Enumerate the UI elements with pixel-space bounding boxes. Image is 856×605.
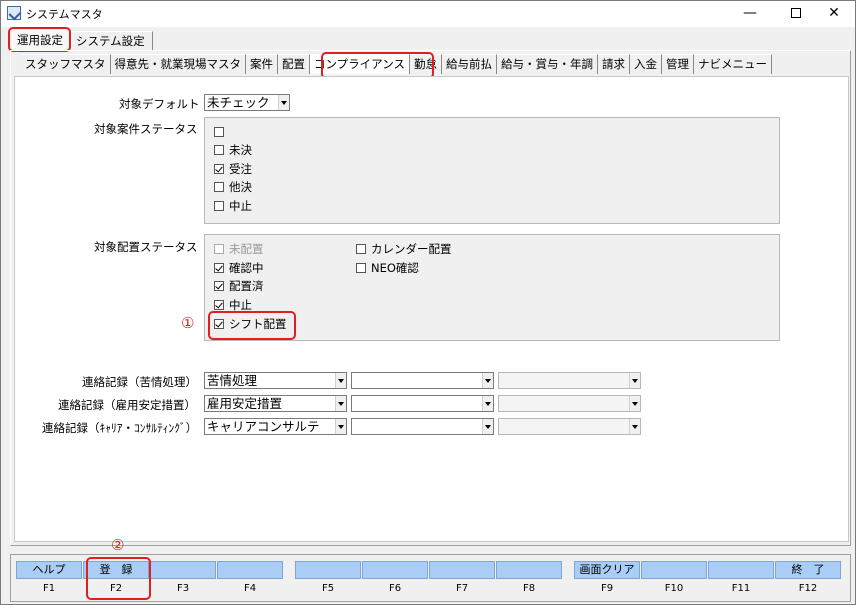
window-title: システムマスタ — [26, 8, 103, 21]
case-status-pending-checkbox[interactable]: 未決 — [214, 143, 252, 159]
fkey-label: F5 — [321, 583, 335, 594]
case-status-label: 対象案件ステータス — [94, 122, 198, 136]
assign-status-neo-checkbox[interactable]: NEO確認 — [356, 261, 419, 277]
subtab-client-master[interactable]: 得意先・就業現場マスタ — [110, 54, 246, 74]
chevron-down-icon — [482, 396, 493, 411]
checkbox-checked-icon — [214, 164, 224, 174]
f3-button[interactable] — [150, 561, 216, 579]
subtab-management[interactable]: 管理 — [661, 54, 694, 74]
checkbox-icon — [356, 244, 366, 254]
maximize-icon — [791, 8, 801, 18]
chevron-down-icon — [335, 396, 346, 411]
highlight-operation-tab — [8, 27, 71, 52]
checkbox-checked-icon — [214, 281, 224, 291]
contact-employment-label: 連絡記録（雇用安定措置） — [58, 398, 196, 412]
chevron-down-icon — [335, 373, 346, 388]
tab-system-settings[interactable]: システム設定 — [71, 31, 153, 51]
subtab-advance-pay[interactable]: 給与前払 — [441, 54, 497, 74]
highlight-register-button — [86, 557, 151, 600]
checkbox-icon — [214, 182, 224, 192]
highlight-shift-checkbox — [208, 311, 296, 340]
case-status-group — [204, 117, 780, 224]
default-target-label: 対象デフォルト — [119, 97, 200, 111]
chevron-down-icon — [482, 373, 493, 388]
case-status-cancelled-checkbox[interactable]: 中止 — [214, 199, 252, 215]
f10-button[interactable] — [641, 561, 707, 579]
assign-status-calendar-checkbox[interactable]: カレンダー配置 — [356, 242, 452, 258]
contact-employment-select-3[interactable] — [498, 395, 641, 412]
chevron-down-icon — [335, 419, 346, 434]
contact-complaint-select-3[interactable] — [498, 372, 641, 389]
annotation-marker-2: ② — [111, 536, 125, 554]
checkbox-checked-icon — [214, 300, 224, 310]
subtab-case[interactable]: 案件 — [246, 54, 278, 74]
assign-status-unassigned-checkbox[interactable]: 未配置 — [214, 242, 264, 258]
app-icon — [7, 6, 21, 20]
f6-button[interactable] — [362, 561, 428, 579]
checkbox-icon — [356, 263, 366, 273]
contact-career-select-1[interactable]: キャリアコンサルテ — [204, 418, 347, 435]
highlight-compliance-tab — [321, 52, 434, 79]
default-target-value: 未チェック — [207, 95, 270, 110]
chevron-down-icon — [629, 419, 640, 434]
assign-status-confirming-checkbox[interactable]: 確認中 — [214, 261, 264, 277]
contact-career-label: 連絡記録（ｷｬﾘｱ・ｺﾝｻﾙﾃｨﾝｸﾞ） — [42, 421, 198, 435]
contact-career-select-2[interactable] — [351, 418, 494, 435]
annotation-marker-1: ① — [181, 314, 195, 332]
checkbox-icon — [214, 145, 224, 155]
chevron-down-icon — [629, 373, 640, 388]
f5-button[interactable] — [295, 561, 361, 579]
chevron-down-icon — [278, 95, 289, 110]
fkey-label: F8 — [522, 583, 536, 594]
chevron-down-icon — [629, 396, 640, 411]
f8-button[interactable] — [496, 561, 562, 579]
fkey-label: F6 — [388, 583, 402, 594]
contact-complaint-select-1[interactable]: 苦情処理 — [204, 372, 347, 389]
f7-button[interactable] — [429, 561, 495, 579]
fkey-label: F11 — [731, 583, 751, 594]
case-status-ordered-checkbox[interactable]: 受注 — [214, 162, 252, 178]
subtab-navi-menu[interactable]: ナビメニュー — [693, 54, 772, 74]
contact-career-select-3[interactable] — [498, 418, 641, 435]
checkbox-icon — [214, 201, 224, 211]
subtab-billing[interactable]: 請求 — [597, 54, 630, 74]
exit-button[interactable]: 終 了 — [775, 561, 841, 579]
assign-status-assigned-checkbox[interactable]: 配置済 — [214, 279, 264, 295]
assignment-status-label: 対象配置ステータス — [94, 240, 198, 254]
case-status-blank-checkbox[interactable] — [214, 125, 229, 141]
fkey-label: F1 — [42, 583, 56, 594]
contact-employment-select-1[interactable]: 雇用安定措置 — [204, 395, 347, 412]
subtab-staff-master[interactable]: スタッフマスタ — [21, 54, 111, 74]
close-button[interactable]: ✕ — [811, 1, 856, 27]
checkbox-icon — [214, 127, 224, 137]
fkey-label: F4 — [243, 583, 257, 594]
f4-button[interactable] — [217, 561, 283, 579]
title-bar: システムマスタ — ✕ — [1, 1, 855, 27]
f11-button[interactable] — [708, 561, 774, 579]
subtab-payment[interactable]: 入金 — [629, 54, 662, 74]
chevron-down-icon — [482, 419, 493, 434]
help-button[interactable]: ヘルプ — [16, 561, 82, 579]
fkey-label: F3 — [176, 583, 190, 594]
contact-employment-select-2[interactable] — [351, 395, 494, 412]
fkey-label: F10 — [664, 583, 684, 594]
subtab-assignment[interactable]: 配置 — [278, 54, 310, 74]
contact-complaint-label: 連絡記録（苦情処理） — [82, 375, 197, 389]
subtab-payroll[interactable]: 給与・賞与・年調 — [496, 54, 598, 74]
case-status-lost-checkbox[interactable]: 他決 — [214, 180, 252, 196]
contact-complaint-select-2[interactable] — [351, 372, 494, 389]
fkey-label: F12 — [798, 583, 818, 594]
clear-screen-button[interactable]: 画面クリア — [574, 561, 640, 579]
checkbox-checked-icon — [214, 263, 224, 273]
fkey-label: F7 — [455, 583, 469, 594]
default-target-select[interactable]: 未チェック — [204, 94, 290, 111]
app-window: システムマスタ — ✕ 運用設定 システム設定 スタッフマスタ 得意先・就業現場マ… — [0, 0, 856, 605]
checkbox-icon — [214, 244, 224, 254]
minimize-button[interactable]: — — [727, 1, 773, 27]
fkey-label: F9 — [600, 583, 614, 594]
